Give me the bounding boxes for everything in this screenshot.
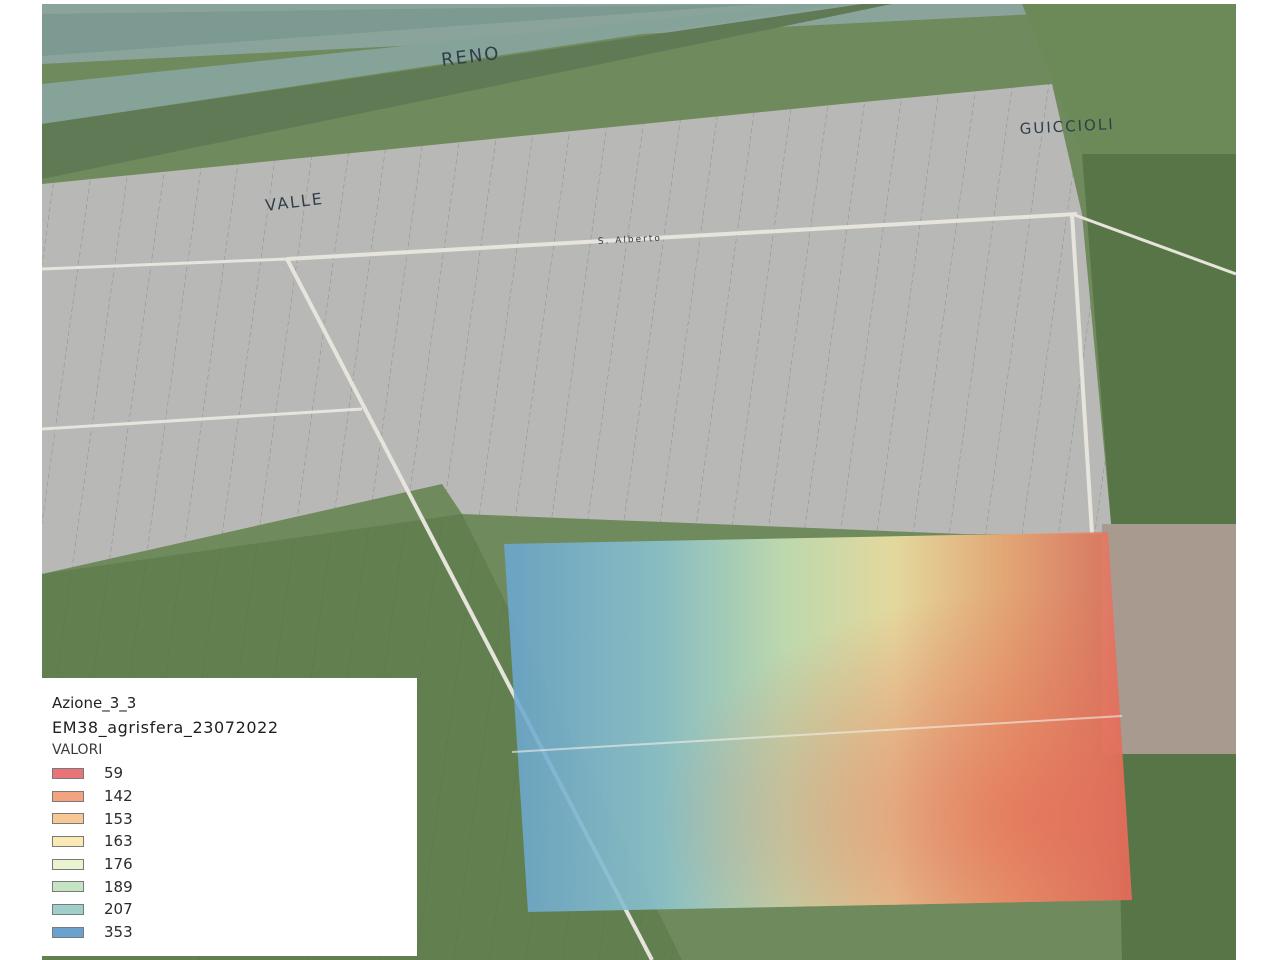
- legend-item: 176: [52, 853, 407, 876]
- legend-item: 189: [52, 875, 407, 898]
- legend-value: 176: [104, 855, 133, 874]
- legend-item: 59: [52, 762, 407, 785]
- legend-item: 153: [52, 807, 407, 830]
- legend-swatch: [52, 858, 84, 870]
- legend-value: 189: [104, 877, 133, 896]
- legend-field-name: VALORI: [52, 742, 103, 758]
- legend-item: 142: [52, 785, 407, 808]
- em38-raster-shading: [504, 532, 1132, 912]
- legend-list: 59 142 153 163 176 189 207 353: [52, 762, 407, 944]
- legend-swatch: [52, 767, 84, 779]
- legend-item: 353: [52, 921, 407, 944]
- legend-swatch: [52, 813, 84, 825]
- legend-layer-title: Azione_3_3: [52, 694, 137, 712]
- legend-swatch: [52, 835, 84, 847]
- legend-swatch: [52, 903, 84, 915]
- legend-value: 207: [104, 900, 133, 919]
- legend-item: 163: [52, 830, 407, 853]
- legend-item: 207: [52, 898, 407, 921]
- buildings-area: [1102, 524, 1236, 754]
- legend-swatch: [52, 881, 84, 893]
- legend-swatch: [52, 926, 84, 938]
- legend-swatch: [52, 790, 84, 802]
- legend-value: 59: [104, 764, 124, 783]
- legend-value: 142: [104, 787, 133, 806]
- legend-value: 163: [104, 832, 133, 851]
- legend-value: 153: [104, 809, 133, 828]
- map-legend: Azione_3_3 EM38_agrisfera_23072022 VALOR…: [42, 678, 417, 956]
- legend-sublayer-title: EM38_agrisfera_23072022: [52, 718, 279, 737]
- legend-value: 353: [104, 923, 133, 942]
- page: RENO VALLE GUICCIOLI S. Alberto Azione_3…: [0, 0, 1280, 960]
